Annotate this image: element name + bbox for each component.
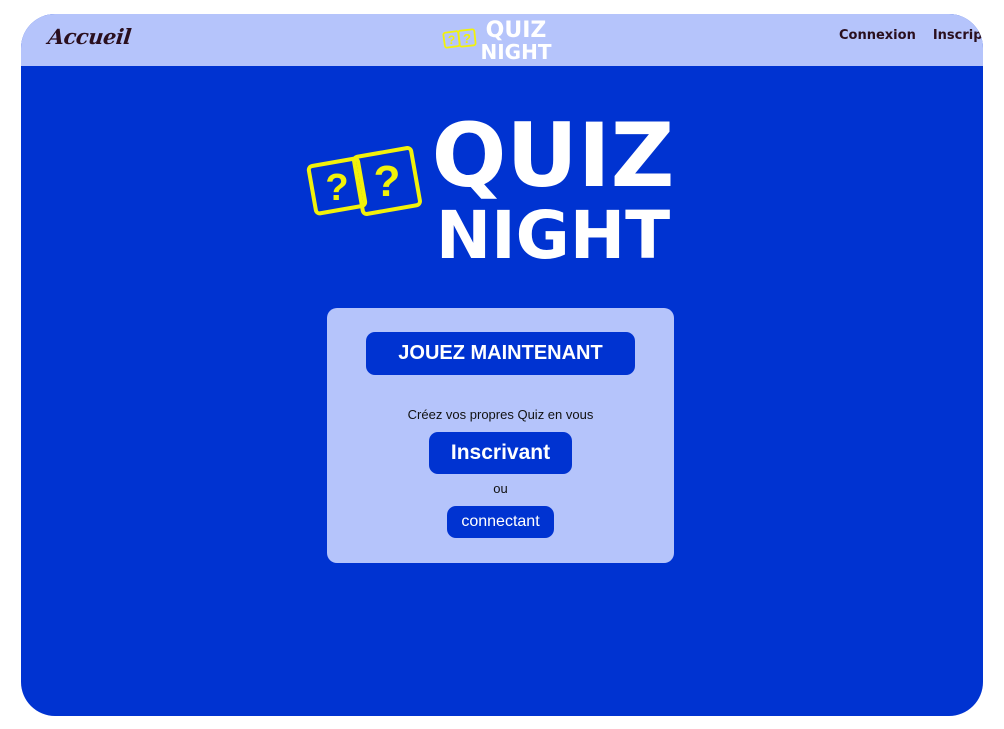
hero-logo-line2: NIGHT [436,197,670,259]
nav-home-link[interactable]: Accueil [47,24,133,49]
hero-logo-line1: QUIZ [432,104,675,207]
nav-die-glyph-2: ? [463,31,471,46]
hero-die-glyph-2: ? [374,157,401,206]
hero-die-glyph-1: ? [325,167,348,209]
nav-dice-icon: ? ? [442,28,477,49]
register-button[interactable]: Inscrivant [429,432,572,474]
navbar: Accueil ? ? QUIZ NIGHT Connexion Inscrip… [21,14,983,66]
nav-links: Connexion Inscription [839,28,983,43]
app-frame: Accueil ? ? QUIZ NIGHT Connexion Inscrip… [21,14,983,716]
nav-login-link[interactable]: Connexion [839,28,916,43]
login-button[interactable]: connectant [447,506,554,538]
nav-quiz-night-logo[interactable]: ? ? QUIZ NIGHT [441,16,553,64]
hero-quiz-night-logo: ? ? QUIZ NIGHT [306,104,675,259]
nav-die-glyph-1: ? [448,33,455,47]
or-text: ou [493,481,508,496]
play-now-button[interactable]: JOUEZ MAINTENANT [366,332,635,375]
nav-logo-line2: NIGHT [481,40,552,64]
nav-register-link[interactable]: Inscription [933,28,983,43]
hero-dice-icon: ? ? [306,146,422,216]
action-card: JOUEZ MAINTENANT Créez vos propres Quiz … [327,308,674,563]
create-quiz-text: Créez vos propres Quiz en vous [407,407,594,422]
